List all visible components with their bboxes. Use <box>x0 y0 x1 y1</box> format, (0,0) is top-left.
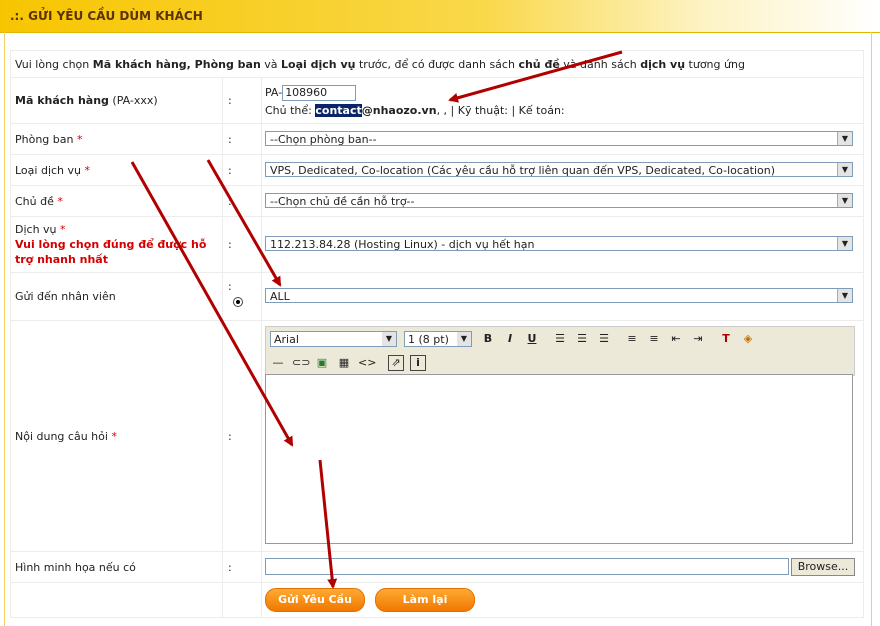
chevron-down-icon[interactable] <box>837 132 852 145</box>
colon: : <box>228 238 232 251</box>
font-select[interactable]: Arial ▼ <box>270 331 397 347</box>
ordered-list-icon[interactable]: ≡ <box>624 331 640 347</box>
service-type-label: Loại dịch vụ * <box>15 164 90 177</box>
text-color-icon[interactable]: T <box>718 331 734 347</box>
customer-label: Mã khách hàng (PA-xxx) <box>15 94 158 107</box>
radio-dot-icon <box>236 300 240 304</box>
question-textarea[interactable] <box>265 374 853 544</box>
colon: : <box>228 561 232 574</box>
outdent-icon[interactable]: ⇤ <box>668 331 684 347</box>
staff-row: Gửi đến nhân viên : ALL <box>11 272 863 321</box>
chevron-down-icon[interactable]: ▼ <box>382 332 396 346</box>
owner-contacts: , , | Kỹ thuật: | Kế toán: <box>436 104 565 117</box>
customer-code: PA- 108960 <box>265 85 357 101</box>
align-right-icon[interactable]: ☰ <box>596 331 612 347</box>
customer-row: Mã khách hàng (PA-xxx) : PA- 108960 Chủ t… <box>11 77 863 124</box>
service-type-select[interactable]: VPS, Dedicated, Co-location (Các yêu cầu… <box>265 162 853 177</box>
page-title: .:. GỬI YÊU CẦU DÙM KHÁCH <box>10 9 203 23</box>
owner-email-rest: @nhaozo.vn <box>361 104 437 117</box>
size-select-value: 1 (8 pt) <box>408 333 449 346</box>
customer-hint: (PA-xxx) <box>112 94 158 107</box>
chevron-down-icon[interactable] <box>837 163 852 176</box>
chevron-down-icon[interactable] <box>837 194 852 207</box>
background-color-icon[interactable]: ◈ <box>740 331 756 347</box>
department-row: Phòng ban * : --Chọn phòng ban-- <box>11 123 863 155</box>
customer-prefix: PA- <box>265 86 283 99</box>
department-selected: --Chọn phòng ban-- <box>270 133 377 146</box>
owner-label: Chủ thể: <box>265 104 312 117</box>
customer-owner: Chủ thể: contact@nhaozo.vn, , | Kỹ thuật… <box>265 104 565 117</box>
service-selected: 112.213.84.28 (Hosting Linux) - dịch vụ … <box>270 238 535 251</box>
service-select[interactable]: 112.213.84.28 (Hosting Linux) - dịch vụ … <box>265 236 853 251</box>
question-label-text: Nội dung câu hỏi <box>15 430 108 443</box>
topic-label: Chủ đề * <box>15 195 63 208</box>
department-select[interactable]: --Chọn phòng ban-- <box>265 131 853 146</box>
owner-email-selected: contact <box>315 104 362 117</box>
required-mark: * <box>76 133 83 146</box>
form-table: Mã khách hàng (PA-xxx) : PA- 108960 Chủ t… <box>10 50 864 618</box>
service-label-text: Dịch vụ <box>15 223 57 236</box>
colon: : <box>228 94 232 107</box>
staff-selected: ALL <box>270 290 290 303</box>
topic-select[interactable]: --Chọn chủ đề cần hỗ trợ-- <box>265 193 853 208</box>
colon: : <box>228 195 232 208</box>
editor-toolbar: Arial ▼ 1 (8 pt) ▼ B I U ☰ ☰ ☰ ≡ ≡ ⇤ ⇥ T ◈… <box>265 326 855 376</box>
link-icon[interactable]: ⊂⊃ <box>292 355 310 371</box>
required-mark: * <box>84 164 91 177</box>
service-type-row: Loại dịch vụ * : VPS, Dedicated, Co-loca… <box>11 154 863 186</box>
title-bar: .:. GỬI YÊU CẦU DÙM KHÁCH <box>0 0 880 33</box>
font-select-value: Arial <box>274 333 299 346</box>
intro-row <box>11 51 863 78</box>
attachment-row: Hình minh họa nếu có : Browse... <box>11 551 863 583</box>
size-select[interactable]: 1 (8 pt) ▼ <box>404 331 472 347</box>
required-mark: * <box>60 223 66 236</box>
customer-label-text: Mã khách hàng <box>15 94 109 107</box>
service-label: Dịch vụ * <box>15 223 66 236</box>
reset-button[interactable]: Làm lại <box>375 588 475 612</box>
chevron-down-icon[interactable] <box>837 237 852 250</box>
required-mark: * <box>111 430 117 443</box>
service-warning: Vui lòng chọn đúng để được hỗ trợ nhanh … <box>15 238 207 266</box>
underline-icon[interactable]: U <box>524 331 540 347</box>
unordered-list-icon[interactable]: ≡ <box>646 331 662 347</box>
service-row: Dịch vụ * Vui lòng chọn đúng để được hỗ … <box>11 216 863 273</box>
topic-row: Chủ đề * : --Chọn chủ đề cần hỗ trợ-- <box>11 185 863 217</box>
customer-code-input[interactable]: 108960 <box>282 85 357 101</box>
source-code-icon[interactable]: <> <box>358 355 376 371</box>
question-label: Nội dung câu hỏi * <box>15 430 117 443</box>
submit-button[interactable]: Gửi Yêu Cầu <box>265 588 365 612</box>
attachment-label: Hình minh họa nếu có <box>15 561 136 574</box>
italic-icon[interactable]: I <box>502 331 518 347</box>
bold-icon[interactable]: B <box>480 331 496 347</box>
chevron-down-icon[interactable] <box>837 289 852 302</box>
colon: : <box>228 280 232 293</box>
table-icon[interactable]: ▦ <box>336 355 352 371</box>
image-icon[interactable]: ▣ <box>314 355 330 371</box>
horizontal-rule-icon[interactable]: — <box>270 355 286 371</box>
browse-button[interactable]: Browse... <box>791 558 855 576</box>
service-type-label-text: Loại dịch vụ <box>15 164 81 177</box>
colon: : <box>228 133 232 146</box>
topic-label-text: Chủ đề <box>15 195 54 208</box>
info-icon[interactable]: i <box>410 355 426 371</box>
colon: : <box>228 430 232 443</box>
colon: : <box>228 164 232 177</box>
indent-icon[interactable]: ⇥ <box>690 331 706 347</box>
staff-radio[interactable] <box>233 297 243 307</box>
align-center-icon[interactable]: ☰ <box>574 331 590 347</box>
topic-selected: --Chọn chủ đề cần hỗ trợ-- <box>270 195 415 208</box>
department-label-text: Phòng ban <box>15 133 74 146</box>
staff-select[interactable]: ALL <box>265 288 853 303</box>
actions-row: Gửi Yêu Cầu Làm lại <box>11 582 863 616</box>
department-label: Phòng ban * <box>15 133 82 146</box>
fullscreen-icon[interactable]: ⇗ <box>388 355 404 371</box>
required-mark: * <box>57 195 63 208</box>
align-left-icon[interactable]: ☰ <box>552 331 568 347</box>
staff-label: Gửi đến nhân viên <box>15 290 116 303</box>
attachment-file-input[interactable] <box>265 558 789 575</box>
question-row: Nội dung câu hỏi * : Arial ▼ 1 (8 pt) ▼ B … <box>11 320 863 552</box>
chevron-down-icon[interactable]: ▼ <box>457 332 471 346</box>
service-type-selected: VPS, Dedicated, Co-location (Các yêu cầu… <box>270 164 776 177</box>
